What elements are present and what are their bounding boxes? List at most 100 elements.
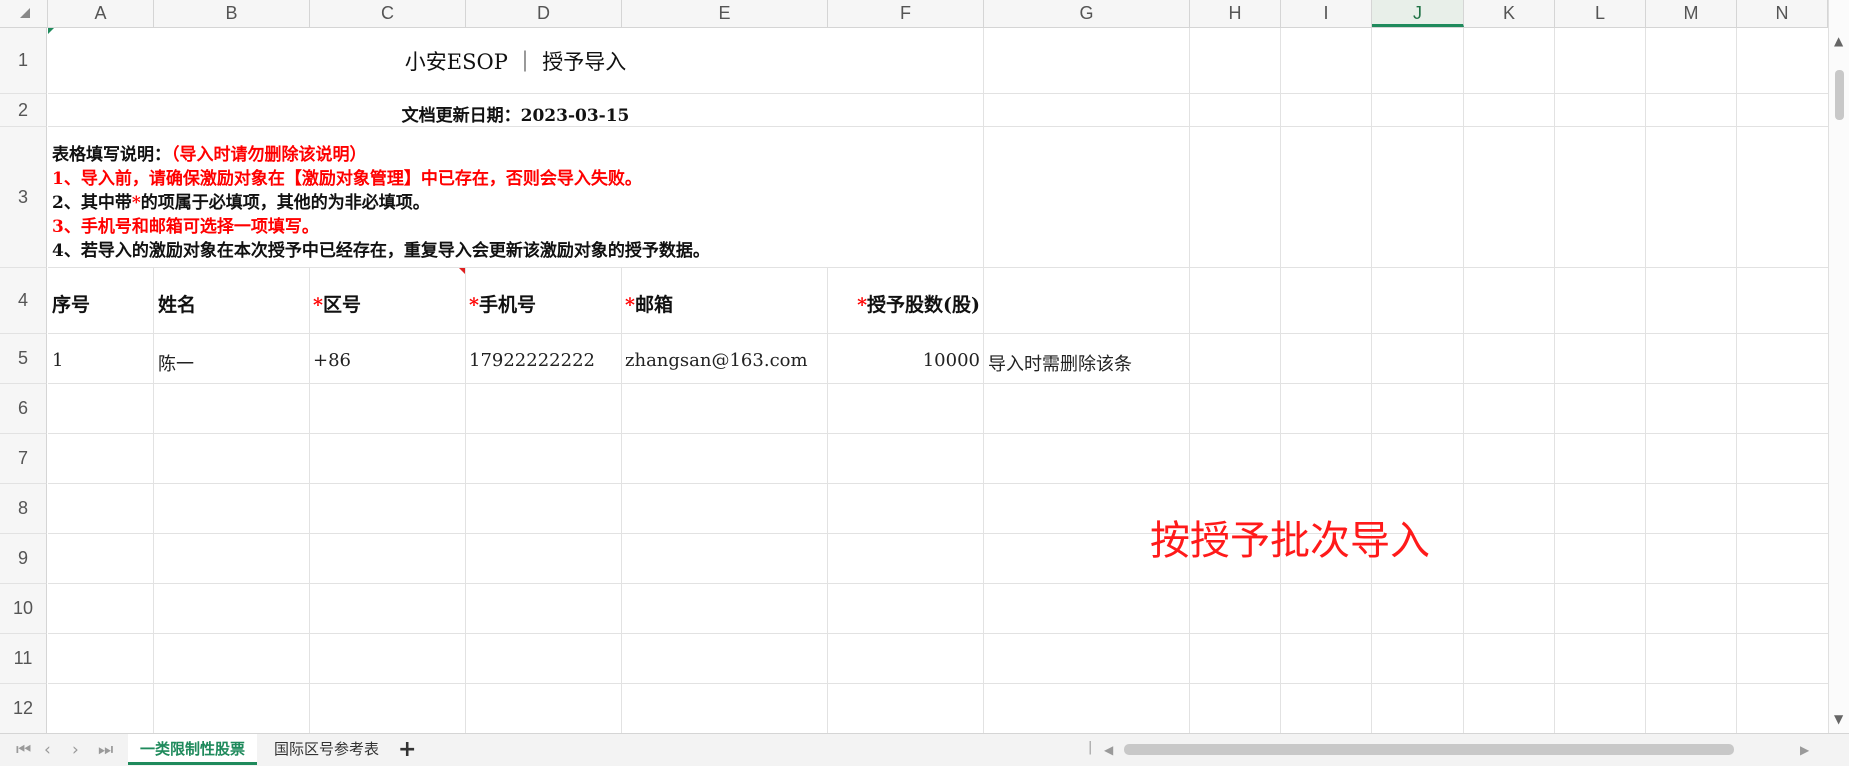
- gridline: [983, 28, 984, 733]
- row-header-12[interactable]: 12: [0, 684, 47, 733]
- gridline: [1645, 28, 1646, 733]
- next-sheet-icon[interactable]: ›: [72, 740, 79, 760]
- column-header-a[interactable]: A: [48, 0, 154, 27]
- column-header-m[interactable]: M: [1646, 0, 1737, 27]
- instruction-line-2: 2、其中带*的项属于必填项，其他的为非必填项。: [52, 188, 430, 213]
- column-header-g[interactable]: G: [984, 0, 1190, 27]
- sheet-tab-bar: ⏮ ‹ › ⏭ 一类限制性股票 国际区号参考表 + | ◀ ▶: [0, 733, 1849, 766]
- row-header-8[interactable]: 8: [0, 484, 47, 534]
- gridline: [48, 267, 1828, 268]
- instruction-line-2-b: 的项属于必填项，其他的为非必填项。: [140, 193, 430, 213]
- instruction-line-3: 3、手机号和邮箱可选择一项填写。: [52, 217, 319, 237]
- row-header-2[interactable]: 2: [0, 94, 47, 127]
- horizontal-scrollbar[interactable]: [1124, 744, 1734, 756]
- header-seq: 序号: [52, 294, 91, 316]
- header-phone-label: 手机号: [478, 294, 536, 316]
- column-header-b[interactable]: B: [154, 0, 310, 27]
- row-header-3[interactable]: 3: [0, 127, 47, 268]
- instructions-heading: 表格填写说明：（导入时请勿删除该说明）: [52, 140, 367, 165]
- required-star: *: [857, 294, 868, 316]
- cell-d5[interactable]: 17922222222: [469, 350, 595, 371]
- gridline: [1371, 28, 1372, 733]
- cell-e5[interactable]: zhangsan@163.com: [625, 350, 808, 371]
- instructions-warning: （导入时请勿删除该说明）: [171, 145, 367, 165]
- cell-c5[interactable]: +86: [313, 350, 351, 371]
- sheet-title: 小安ESOP ｜ 授予导入: [404, 50, 627, 74]
- column-header-c[interactable]: C: [310, 0, 466, 27]
- scroll-left-icon[interactable]: ◀: [1104, 743, 1113, 757]
- row-header-1[interactable]: 1: [0, 28, 47, 94]
- gridline: [1280, 28, 1281, 733]
- spreadsheet-grid[interactable]: A B C D E F G H I J K L M N 1 2 3 4 5 6 …: [0, 0, 1828, 733]
- row-header-5[interactable]: 5: [0, 334, 47, 384]
- scroll-up-icon[interactable]: ▲: [1834, 34, 1843, 48]
- required-star: *: [313, 294, 323, 316]
- vertical-scroll-thumb[interactable]: [1835, 70, 1844, 120]
- gridline: [48, 483, 1828, 484]
- row-header-10[interactable]: 10: [0, 584, 47, 634]
- gridline: [48, 533, 1828, 534]
- scroll-right-icon[interactable]: ▶: [1800, 743, 1809, 757]
- comment-marker[interactable]: [459, 268, 465, 274]
- header-name: 姓名: [158, 294, 197, 316]
- column-header-j[interactable]: J: [1372, 0, 1464, 27]
- first-sheet-icon[interactable]: ⏮: [16, 740, 31, 760]
- column-header-h[interactable]: H: [1190, 0, 1281, 27]
- gridline: [48, 683, 1828, 684]
- floating-text-box[interactable]: 按授予批次导入: [1150, 508, 1430, 566]
- gridline: [48, 433, 1828, 434]
- cell-f5[interactable]: 10000: [828, 350, 980, 371]
- select-all-icon: [20, 8, 30, 18]
- row-header-4[interactable]: 4: [0, 268, 47, 334]
- select-all-corner[interactable]: [0, 0, 48, 27]
- row-header-11[interactable]: 11: [0, 634, 47, 684]
- instruction-line-4: 4、若导入的激励对象在本次授予中已经存在，重复导入会更新该激励对象的授予数据。: [52, 241, 710, 261]
- instruction-line-2-a: 2、其中带: [52, 193, 132, 213]
- instructions-heading-label: 表格填写说明：: [52, 145, 171, 165]
- cell-a5[interactable]: 1: [52, 350, 63, 371]
- prev-sheet-icon[interactable]: ‹: [44, 740, 51, 760]
- header-email: *邮箱: [625, 290, 673, 317]
- sheet-tab-2[interactable]: 国际区号参考表: [262, 734, 391, 765]
- column-header-l[interactable]: L: [1555, 0, 1646, 27]
- instruction-line-1: 1、导入前，请确保激励对象在【激励对象管理】中已存在，否则会导入失败。: [52, 169, 642, 189]
- header-shares-label: 授予股数(股): [867, 294, 980, 316]
- horizontal-scroll-thumb[interactable]: [1124, 744, 1734, 755]
- cell-g5-note[interactable]: 导入时需删除该条: [988, 350, 1132, 376]
- column-header-row: A B C D E F G H I J K L M N: [0, 0, 1828, 28]
- header-area-code: *区号: [313, 290, 361, 317]
- column-header-e[interactable]: E: [622, 0, 828, 27]
- last-sheet-icon[interactable]: ⏭: [98, 740, 113, 760]
- add-sheet-icon[interactable]: +: [398, 737, 416, 762]
- header-phone: *手机号: [469, 290, 536, 317]
- required-star: *: [469, 294, 479, 316]
- column-header-i[interactable]: I: [1281, 0, 1372, 27]
- cell-b5[interactable]: 陈一: [158, 350, 194, 376]
- header-shares: *授予股数(股): [828, 290, 980, 317]
- gridline: [1736, 28, 1737, 733]
- update-date: 文档更新日期：2023-03-15: [401, 106, 630, 126]
- column-header-d[interactable]: D: [466, 0, 622, 27]
- gridline: [48, 383, 1828, 384]
- row-header-7[interactable]: 7: [0, 434, 47, 484]
- header-area-label: 区号: [322, 294, 361, 316]
- vertical-scrollbar[interactable]: ▲ ▼: [1828, 0, 1849, 733]
- scroll-down-icon[interactable]: ▼: [1834, 712, 1843, 726]
- tab-split-handle-icon[interactable]: |: [1088, 740, 1092, 755]
- required-star: *: [625, 294, 635, 316]
- sheet-tab-1[interactable]: 一类限制性股票: [128, 734, 258, 765]
- active-cell-marker: [48, 28, 54, 34]
- gridline: [1463, 28, 1464, 733]
- gridline: [48, 333, 1828, 334]
- required-star: *: [131, 193, 141, 213]
- column-header-n[interactable]: N: [1737, 0, 1828, 27]
- header-email-label: 邮箱: [634, 294, 673, 316]
- gridline: [48, 633, 1828, 634]
- gridline: [48, 583, 1828, 584]
- gridline: [1554, 28, 1555, 733]
- gridline: [1189, 28, 1190, 733]
- column-header-f[interactable]: F: [828, 0, 984, 27]
- row-header-6[interactable]: 6: [0, 384, 47, 434]
- column-header-k[interactable]: K: [1464, 0, 1555, 27]
- row-header-9[interactable]: 9: [0, 534, 47, 584]
